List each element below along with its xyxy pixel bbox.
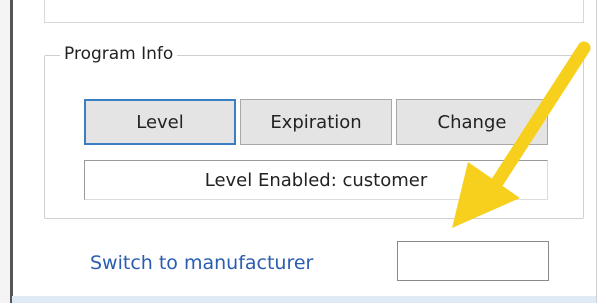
level-button[interactable]: Level xyxy=(84,99,236,145)
switch-to-manufacturer-link[interactable]: Switch to manufacturer xyxy=(90,250,313,276)
program-info-legend: Program Info xyxy=(60,42,178,66)
level-status-text: Level Enabled: customer xyxy=(204,169,428,191)
expiration-button[interactable]: Expiration xyxy=(240,99,392,145)
upper-panel xyxy=(44,0,584,23)
switch-input-field[interactable] xyxy=(397,241,549,281)
window-left-border xyxy=(10,0,13,303)
level-status-box: Level Enabled: customer xyxy=(84,160,548,200)
change-button[interactable]: Change xyxy=(396,99,548,145)
bottom-strip xyxy=(12,296,596,303)
window-right-rail xyxy=(596,0,607,303)
